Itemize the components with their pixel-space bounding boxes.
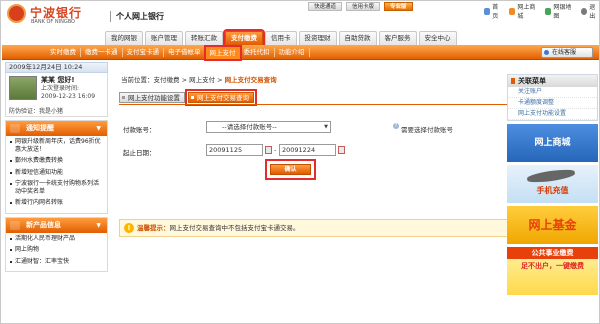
tip-label: 温馨提示： <box>137 224 170 232</box>
list-item[interactable]: 鄞州水费缴费转换 <box>9 157 104 165</box>
credit-card-version-button[interactable]: 信用卡版 <box>346 2 381 11</box>
avatar <box>9 76 37 100</box>
tab-investment[interactable]: 投资理财 <box>298 31 337 45</box>
mall-link[interactable]: 网上商城 <box>509 2 539 20</box>
tab-payment[interactable]: 支付缴费 <box>223 29 265 47</box>
mall-banner[interactable]: 网上商城 <box>507 124 598 162</box>
tab-customer-service[interactable]: 客户服务 <box>378 31 417 45</box>
bank-name-en: BANK OF NINGBO <box>31 19 75 25</box>
account-label: 付款账号： <box>123 126 156 134</box>
confirm-button[interactable]: 确认 <box>265 159 316 180</box>
list-item[interactable]: 网上购物 <box>9 246 104 254</box>
top-links: 首页 网上商城 网银地图 退出 <box>484 2 599 20</box>
tip-text: 网上支付交易查询中不包括支付宝卡通交易。 <box>169 224 300 232</box>
quick-channel-button[interactable]: 快速通道 <box>308 2 343 11</box>
subnav-realtime-pay[interactable]: 实时缴费 <box>46 48 81 57</box>
related-item-card-limit[interactable]: 卡通额度调整 <box>508 98 597 109</box>
subnav-alipay-card[interactable]: 支付宝卡通 <box>123 48 164 57</box>
top-buttons: 快速通道 信用卡版 专业版 <box>308 2 413 11</box>
breadcrumb-current: 网上支付交易查询 <box>224 76 277 84</box>
list-item[interactable]: 新增短信通知功能 <box>9 169 104 177</box>
subnav-auto-debit[interactable]: 委托代扣 <box>240 48 275 57</box>
public-utility-banner[interactable]: 公共事业缴费 足不出户，一键缴费 <box>507 247 598 295</box>
public-utility-subtitle: 足不出户，一键缴费 <box>521 262 584 270</box>
tab-account[interactable]: 账户管理 <box>145 31 183 45</box>
tab-security[interactable]: 安全中心 <box>418 31 457 45</box>
breadcrumb-path: 当前位置：支付缴费 > 网上支付 > <box>121 76 225 84</box>
home-link[interactable]: 首页 <box>484 2 503 20</box>
header: 宁波银行 BANK OF NINGBO 个人网上银行 快速通道 信用卡版 专业版… <box>2 2 599 28</box>
tab-my-ebank[interactable]: 我的网银 <box>105 31 143 45</box>
notice-panel-title[interactable]: 通知提醒 <box>6 121 107 136</box>
product-list: 活期化人民币理财产品 网上购物 汇通财智：汇率宝快 <box>6 233 107 272</box>
user-name: 某某 您好! <box>41 76 75 84</box>
user-panel: 某某 您好! 上次登录时间: 2009-12-23 16:09 防伪验证：我是小… <box>5 73 108 117</box>
home-icon <box>484 7 491 15</box>
main-nav: 我的网银 账户管理 转账汇款 支付缴费 信用卡 投资理财 自助贷款 客户服务 安… <box>105 29 457 47</box>
calendar-icon[interactable] <box>265 146 272 154</box>
subnav-pay-card[interactable]: 缴费一卡通 <box>81 48 123 57</box>
tab-transfer[interactable]: 转账汇款 <box>185 31 223 45</box>
right-sidebar: 关联菜单 关注账户 卡通额度调整 网上支付功能设置 网上商城 手机充值 网上基金… <box>507 74 598 323</box>
list-item[interactable]: 活期化人民币理财产品 <box>9 235 104 243</box>
subnav-intro[interactable]: 功能介绍 <box>275 48 310 57</box>
system-title: 个人网上银行 <box>110 11 164 22</box>
tab-credit-card[interactable]: 信用卡 <box>265 31 297 45</box>
phone-topup-banner[interactable]: 手机充值 <box>507 165 598 203</box>
cart-icon <box>509 7 516 15</box>
need-account-hint: 需要选择付款账号 <box>393 123 453 134</box>
list-item[interactable]: 汇通财智：汇率宝快 <box>9 258 104 266</box>
sub-nav: 实时缴费 缴费一卡通 支付宝卡通 电子借帐单 网上支付 委托代扣 功能介绍 <box>2 44 599 61</box>
map-link[interactable]: 网银地图 <box>545 2 575 20</box>
online-service-button[interactable]: 在线客服 <box>541 47 593 58</box>
end-date-input[interactable]: 20091224 <box>279 144 336 156</box>
related-item-follow-account[interactable]: 关注账户 <box>508 87 597 98</box>
related-menu-title: 关联菜单 <box>508 75 597 87</box>
last-login-label: 上次登录时间: <box>41 85 80 92</box>
product-panel-title[interactable]: 新产品信息 <box>6 217 107 233</box>
last-login: 上次登录时间: 2009-12-23 16:09 <box>41 85 95 100</box>
date-separator: - <box>274 146 277 154</box>
related-menu: 关联菜单 关注账户 卡通额度调整 网上支付功能设置 <box>507 74 598 121</box>
list-item[interactable]: 宁波银行一卡统支付购物系列活动中奖名单 <box>9 180 104 195</box>
list-item[interactable]: 新增行内网名转账 <box>9 199 104 207</box>
notice-list: 网银升级新周年庆，话费96折优惠大放送！ 鄞州水费缴费转换 新增短信通知功能 宁… <box>6 136 107 213</box>
list-item[interactable]: 网银升级新周年庆，话费96折优惠大放送！ <box>9 138 104 153</box>
query-form: 付款账号： --请选择付款账号-- 需要选择付款账号 起止日期： 2009112… <box>119 119 527 159</box>
notice-panel: 通知提醒 网银升级新周年庆，话费96折优惠大放送！ 鄞州水费缴费转换 新增短信通… <box>5 120 108 214</box>
related-item-pay-settings[interactable]: 网上支付功能设置 <box>508 109 597 120</box>
tab-underline <box>119 104 527 105</box>
date-row: 起止日期： 20091125 - 20091224 <box>119 142 527 159</box>
account-select[interactable]: --请选择付款账号-- <box>206 121 331 133</box>
public-utility-title: 公共事业缴费 <box>507 247 598 259</box>
logout-link[interactable]: 退出 <box>580 2 599 20</box>
product-panel: 新产品信息 活期化人民币理财产品 网上购物 汇通财智：汇率宝快 <box>5 216 108 272</box>
fund-banner[interactable]: 网上基金 <box>507 206 598 244</box>
tab-loan[interactable]: 自助贷款 <box>338 31 377 45</box>
subnav-online-pay[interactable]: 网上支付 <box>203 44 242 61</box>
anti-phishing-text: 防伪验证：我是小猪 <box>9 108 64 115</box>
map-icon <box>545 7 552 15</box>
tab-pay-query[interactable]: 网上支付交易查询 <box>185 89 257 106</box>
power-icon <box>580 7 588 15</box>
pro-version-button[interactable]: 专业版 <box>384 2 413 11</box>
datetime: 2009年12月24日 10:24 <box>5 62 108 73</box>
last-login-time: 2009-12-23 16:09 <box>41 92 96 100</box>
calendar-icon[interactable] <box>338 146 345 154</box>
breadcrumb: 当前位置：支付缴费 > 网上支付 > 网上支付交易查询 <box>121 74 277 84</box>
bank-logo-icon <box>7 4 26 23</box>
account-row: 付款账号： --请选择付款账号-- 需要选择付款账号 <box>119 119 527 136</box>
start-date-input[interactable]: 20091125 <box>206 144 263 156</box>
content-tabs: 网上支付功能设置 网上支付交易查询 <box>119 89 257 106</box>
date-label: 起止日期： <box>123 149 156 157</box>
subnav-e-bill[interactable]: 电子借帐单 <box>164 48 206 57</box>
tab-pay-settings[interactable]: 网上支付功能设置 <box>119 92 185 103</box>
tip-box: 温馨提示：网上支付交易查询中不包括支付宝卡通交易。 <box>119 219 527 237</box>
left-sidebar: 2009年12月24日 10:24 某某 您好! 上次登录时间: 2009-12… <box>5 62 108 323</box>
sub-nav-items: 实时缴费 缴费一卡通 支付宝卡通 电子借帐单 网上支付 委托代扣 功能介绍 <box>46 44 310 61</box>
browser-frame: 宁波银行 BANK OF NINGBO 个人网上银行 快速通道 信用卡版 专业版… <box>0 0 600 324</box>
